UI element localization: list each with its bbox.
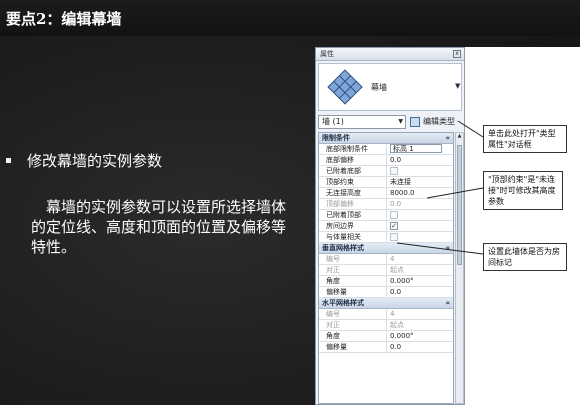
bullet-text: 修改幕墙的实例参数 <box>27 152 163 170</box>
bullet-square-icon <box>6 158 11 163</box>
callout-leader-lines <box>396 120 484 255</box>
revit-screenshot: 属性 x 幕墙 ▼ 墙 (1) ▼ 编辑类型 限制条件 «底部限制条件 标高 1… <box>315 47 580 405</box>
callout-top-constraint: "顶部约束"是"未连接"时可修改其高度参数 <box>483 171 563 210</box>
body-paragraph: 幕墙的实例参数可以设置所选择墙体的定位线、高度和顶面的位置及偏移等特性。 <box>31 198 287 256</box>
bullet-item: 修改幕墙的实例参数 <box>6 150 162 171</box>
callout-edit-type: 单击此处打开"类型属性"对话框 <box>483 125 567 153</box>
slide-title: 要点2：编辑幕墙 <box>6 10 122 28</box>
callout-room-bounding: 设置此墙体是否为房间标记 <box>483 243 567 271</box>
